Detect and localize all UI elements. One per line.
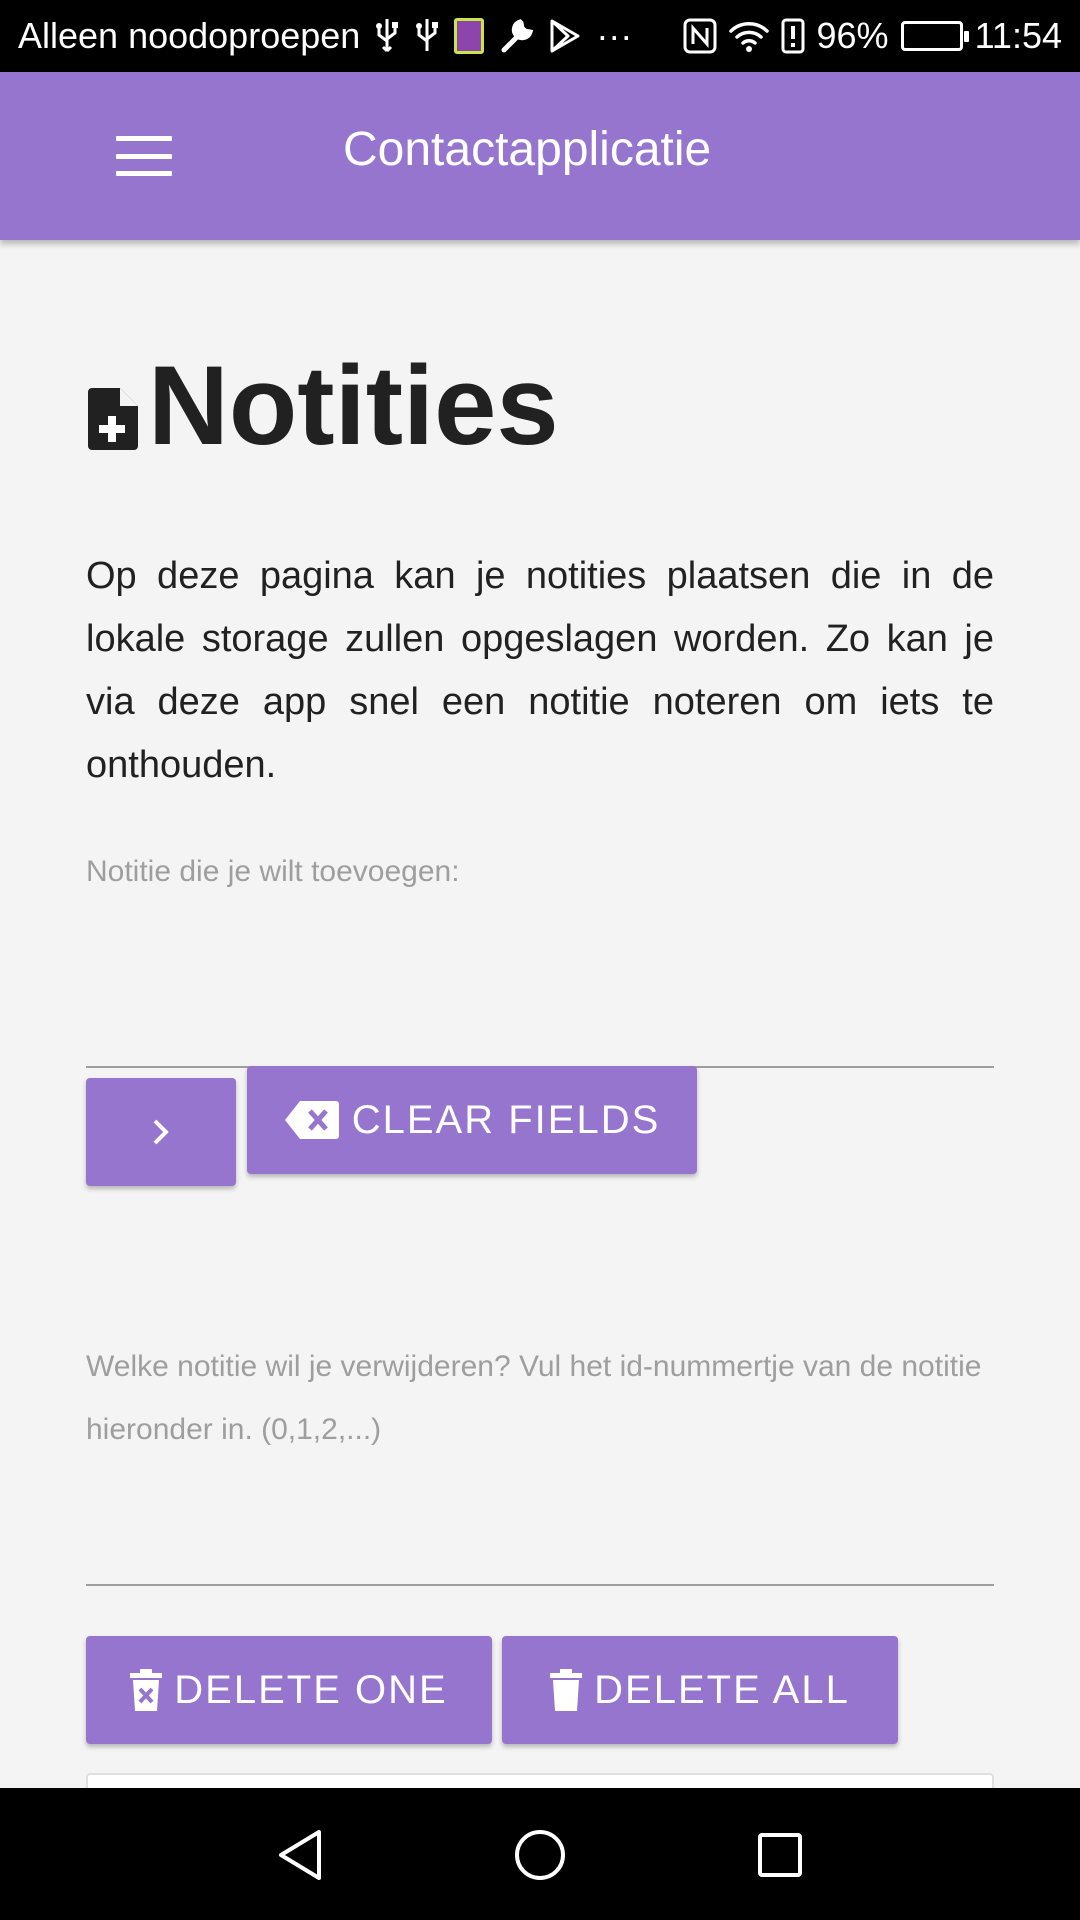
delete-note-label: Welke notitie wil je verwijderen? Vul he… — [86, 1350, 982, 1446]
intro-text: Op deze pagina kan je notities plaatsen … — [86, 555, 994, 786]
chevron-right-icon — [153, 1119, 169, 1145]
battery-percent: 96% — [816, 15, 889, 56]
add-note-label: Notitie die je wilt toevoegen: — [86, 855, 460, 888]
nfc-icon — [683, 16, 717, 56]
battery-icon — [900, 16, 969, 56]
add-note-input[interactable] — [86, 1008, 994, 1068]
delete-one-label: DELETE ONE — [174, 1667, 448, 1712]
delete-all-button[interactable]: DELETE ALL — [502, 1636, 898, 1744]
alert-icon — [781, 16, 805, 56]
page-title: Notities — [148, 343, 559, 468]
submit-note-button[interactable] — [86, 1078, 236, 1186]
app-bar: Contactapplicatie — [0, 72, 1080, 240]
page-heading: Notities — [86, 350, 559, 462]
sim-card-icon — [454, 16, 485, 56]
backspace-icon — [284, 1099, 340, 1141]
clock: 11:54 — [974, 15, 1062, 56]
recents-icon[interactable] — [753, 1828, 807, 1882]
clear-fields-button[interactable]: CLEAR FIELDS — [247, 1066, 697, 1174]
trash-icon — [550, 1669, 583, 1711]
app-title: Contactapplicatie — [343, 123, 712, 176]
wrench-icon — [498, 16, 534, 56]
usb-icon — [414, 16, 440, 56]
delete-x-icon — [130, 1669, 163, 1711]
play-store-icon — [548, 16, 582, 56]
delete-id-input[interactable] — [86, 1526, 994, 1586]
home-icon[interactable] — [513, 1828, 567, 1882]
status-right: 96% 11:54 — [683, 15, 1062, 57]
note-add-icon — [88, 388, 138, 450]
wifi-icon — [728, 16, 769, 56]
carrier-text: Alleen noodoproepen — [18, 15, 361, 56]
delete-one-button[interactable]: DELETE ONE — [86, 1636, 492, 1744]
clear-fields-label: CLEAR FIELDS — [351, 1097, 661, 1142]
back-icon[interactable] — [273, 1828, 327, 1882]
menu-icon[interactable] — [116, 136, 172, 176]
status-bar: Alleen noodoproepen ··· 96% 11:54 — [0, 0, 1080, 72]
status-left: Alleen noodoproepen ··· — [18, 15, 683, 57]
usb-icon — [374, 16, 400, 56]
delete-all-label: DELETE ALL — [594, 1667, 850, 1712]
nav-bar — [0, 1788, 1080, 1920]
overflow-indicator: ··· — [596, 15, 633, 56]
